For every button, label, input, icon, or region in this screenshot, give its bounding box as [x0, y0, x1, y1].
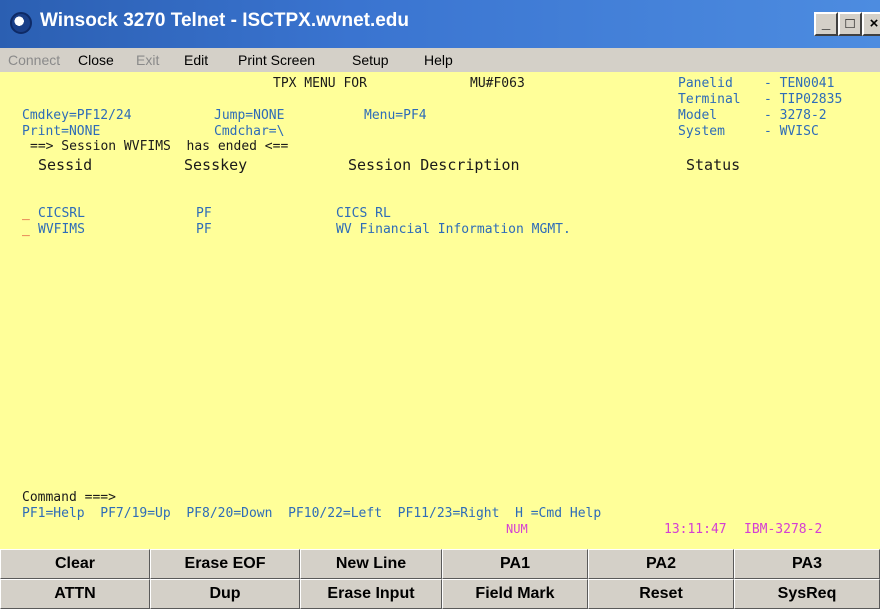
menu-setting: Menu=PF4: [364, 108, 427, 123]
menu-connect[interactable]: Connect: [8, 52, 60, 68]
maximize-button[interactable]: □: [838, 12, 862, 36]
model-value: - 3278-2: [764, 108, 827, 123]
print-setting: Print=NONE: [22, 124, 101, 139]
menu-title: TPX MENU FOR: [273, 76, 367, 91]
session-ended-message: ==> Session WVFIMS has ended <==: [30, 139, 289, 154]
session-sessid: CICSRL: [38, 206, 85, 221]
menu-setup[interactable]: Setup: [352, 52, 389, 68]
command-label: Command ===>: [22, 490, 116, 505]
model-label: Model: [678, 108, 718, 123]
dup-button[interactable]: Dup: [150, 579, 300, 609]
terminal-screen[interactable]: TPX MENU FOR MU#F063 Panelid - TEN0041 T…: [0, 72, 880, 558]
menu-id: MU#F063: [470, 76, 525, 91]
terminal-value: - TIP02835: [764, 92, 843, 107]
column-sesskey: Sesskey: [184, 156, 248, 174]
minimize-button[interactable]: _: [814, 12, 838, 36]
status-time: 13:11:47: [664, 522, 727, 537]
window-title: Winsock 3270 Telnet - ISCTPX.wvnet.edu: [40, 10, 410, 31]
panelid-label: Panelid: [678, 76, 733, 91]
app-icon[interactable]: [10, 12, 32, 34]
terminal-label: Terminal: [678, 92, 741, 107]
function-key-panel: Clear Erase EOF New Line PA1 PA2 PA3 ATT…: [0, 549, 880, 609]
session-sesskey: PF: [196, 222, 212, 237]
cmdchar-setting: Cmdchar=\: [214, 124, 285, 139]
telnet-window: Winsock 3270 Telnet - ISCTPX.wvnet.edu _…: [0, 0, 880, 609]
pa3-button[interactable]: PA3: [734, 549, 880, 579]
sysreq-button[interactable]: SysReq: [734, 579, 880, 609]
menu-bar: Connect Close Exit Edit Print Screen Set…: [0, 48, 880, 72]
field-mark-button[interactable]: Field Mark: [442, 579, 588, 609]
session-description: CICS RL: [336, 206, 391, 221]
menu-exit[interactable]: Exit: [136, 52, 159, 68]
session-select-field[interactable]: _: [22, 222, 30, 237]
column-status: Status: [686, 156, 741, 174]
system-value: - WVISC: [764, 124, 819, 139]
erase-input-button[interactable]: Erase Input: [300, 579, 442, 609]
panelid-value: - TEN0041: [764, 76, 835, 91]
menu-help[interactable]: Help: [424, 52, 453, 68]
close-button[interactable]: ×: [862, 12, 880, 36]
system-label: System: [678, 124, 725, 139]
column-description: Session Description: [348, 156, 520, 174]
title-bar[interactable]: Winsock 3270 Telnet - ISCTPX.wvnet.edu _…: [0, 0, 880, 48]
session-description: WV Financial Information MGMT.: [336, 222, 571, 237]
num-lock-indicator: NUM: [506, 522, 528, 536]
status-model: IBM-3278-2: [744, 522, 823, 537]
erase-eof-button[interactable]: Erase EOF: [150, 549, 300, 579]
session-sesskey: PF: [196, 206, 212, 221]
cmdkey-setting: Cmdkey=PF12/24: [22, 108, 132, 123]
menu-close[interactable]: Close: [78, 52, 114, 68]
session-sessid: WVFIMS: [38, 222, 85, 237]
clear-button[interactable]: Clear: [0, 549, 150, 579]
menu-edit[interactable]: Edit: [184, 52, 208, 68]
pa1-button[interactable]: PA1: [442, 549, 588, 579]
new-line-button[interactable]: New Line: [300, 549, 442, 579]
jump-setting: Jump=NONE: [214, 108, 285, 123]
menu-print-screen[interactable]: Print Screen: [238, 52, 315, 68]
reset-button[interactable]: Reset: [588, 579, 734, 609]
pf-key-help: PF1=Help PF7/19=Up PF8/20=Down PF10/22=L…: [22, 506, 602, 521]
pa2-button[interactable]: PA2: [588, 549, 734, 579]
attn-button[interactable]: ATTN: [0, 579, 150, 609]
column-sessid: Sessid: [38, 156, 93, 174]
session-select-field[interactable]: _: [22, 206, 30, 221]
